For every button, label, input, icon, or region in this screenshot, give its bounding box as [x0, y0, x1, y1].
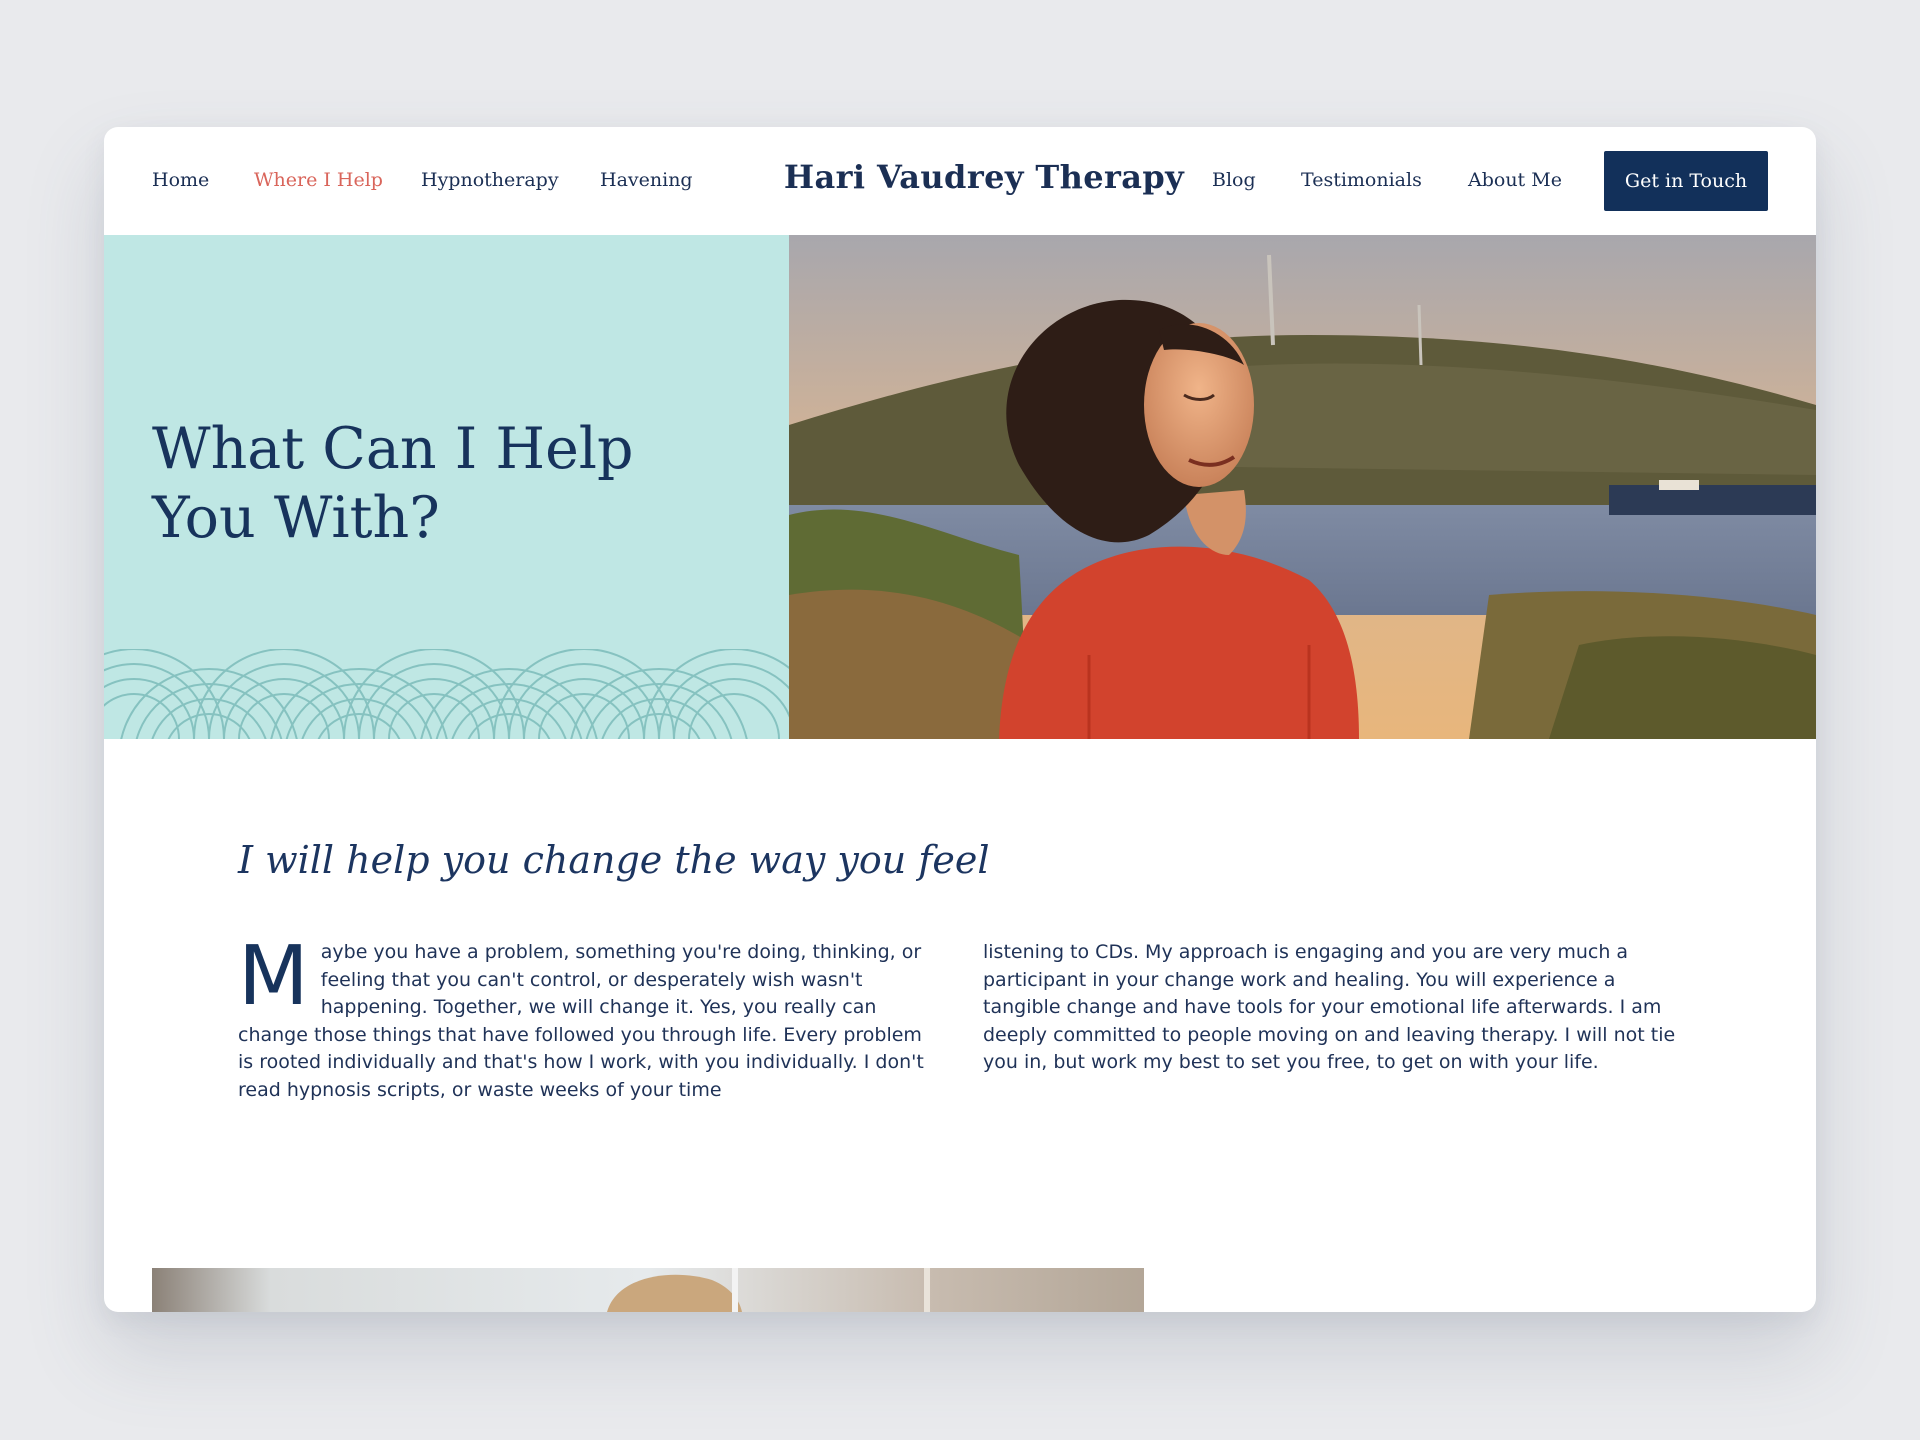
nav-hypnotherapy[interactable]: Hypnotherapy — [421, 169, 559, 191]
get-in-touch-button[interactable]: Get in Touch — [1604, 151, 1768, 211]
nav-where-i-help[interactable]: Where I Help — [254, 169, 383, 191]
site-logo[interactable]: Hari Vaudrey Therapy — [779, 158, 1189, 196]
bottom-photo-preview — [152, 1268, 1144, 1312]
intro-column-1-text: aybe you have a problem, something you'r… — [238, 941, 924, 1101]
intro-column-2: listening to CDs. My approach is engagin… — [983, 941, 1676, 1073]
bottom-photo-image — [152, 1268, 1144, 1312]
nav-blog[interactable]: Blog — [1212, 169, 1256, 191]
hero-text-panel: What Can I Help You With? — [104, 235, 789, 739]
nav-about-me[interactable]: About Me — [1468, 169, 1562, 191]
top-nav: Home Where I Help Hypnotherapy Havening … — [104, 127, 1816, 235]
nav-testimonials[interactable]: Testimonials — [1301, 169, 1422, 191]
nav-home[interactable]: Home — [152, 169, 209, 191]
intro-column-1: Maybe you have a problem, something you'… — [238, 929, 938, 1104]
hero-photo-woman — [789, 235, 1816, 739]
hero-photo-image — [789, 235, 1816, 739]
dropcap-letter: M — [238, 929, 309, 1024]
nav-havening[interactable]: Havening — [600, 169, 693, 191]
wave-pattern-decoration — [104, 649, 789, 739]
intro-subheading: I will help you change the way you feel — [238, 838, 990, 882]
hero-title: What Can I Help You With? — [152, 416, 634, 551]
page-card: Home Where I Help Hypnotherapy Havening … — [104, 127, 1816, 1312]
